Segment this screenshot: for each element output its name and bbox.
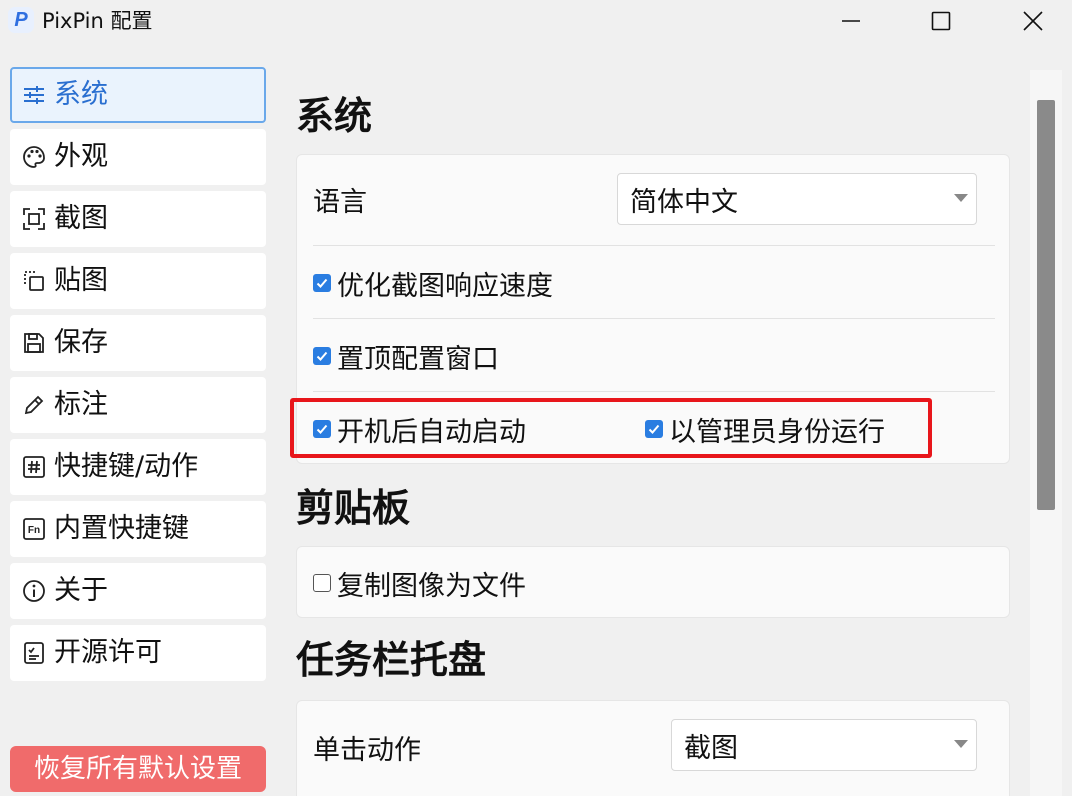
- sidebar-item-label: 标注: [54, 389, 108, 420]
- palette-icon: [22, 145, 46, 169]
- clipboard-card: 复制图像为文件: [296, 546, 1010, 618]
- close-button[interactable]: [1010, 0, 1056, 42]
- sidebar-item-about[interactable]: 关于: [10, 563, 266, 619]
- click-action-value: 截图: [684, 732, 738, 764]
- reset-defaults-button[interactable]: 恢复所有默认设置: [10, 746, 266, 792]
- language-label: 语言: [313, 186, 367, 218]
- optimize-speed-row[interactable]: 优化截图响应速度: [313, 247, 995, 319]
- ontop-label: 置顶配置窗口: [337, 343, 499, 375]
- sidebar-item-system[interactable]: 系统: [10, 67, 266, 123]
- sidebar-item-pin[interactable]: 贴图: [10, 253, 266, 309]
- minimize-icon: [842, 20, 860, 22]
- minimize-button[interactable]: [828, 0, 874, 42]
- copy-as-file-checkbox[interactable]: [313, 574, 331, 592]
- sidebar-item-shortcuts[interactable]: 快捷键/动作: [10, 439, 266, 495]
- sidebar-item-label: 开源许可: [54, 637, 162, 668]
- sidebar-item-label: 内置快捷键: [54, 513, 189, 544]
- settings-panel: 系统 语言 简体中文 优化截图响应速度 置顶配置窗口 开机后自动启动 以管理员身…: [280, 60, 1032, 796]
- sidebar-item-builtin-shortcuts[interactable]: Fn 内置快捷键: [10, 501, 266, 557]
- divider: [313, 245, 995, 246]
- language-select-value: 简体中文: [630, 186, 738, 218]
- sidebar-item-label: 系统: [54, 79, 108, 110]
- section-title-system: 系统: [296, 94, 373, 138]
- chevron-down-icon: [954, 740, 968, 748]
- maximize-icon: [931, 11, 951, 31]
- copy-as-file-label: 复制图像为文件: [337, 570, 526, 602]
- sidebar-item-label: 关于: [54, 575, 108, 606]
- checkmark-icon: [316, 278, 328, 288]
- svg-text:Fn: Fn: [28, 525, 40, 536]
- ontop-row[interactable]: 置顶配置窗口: [313, 320, 995, 392]
- sidebar-item-license[interactable]: 开源许可: [10, 625, 266, 681]
- sidebar-item-label: 截图: [54, 203, 108, 234]
- sidebar-item-label: 外观: [54, 141, 108, 172]
- save-icon: [22, 331, 46, 355]
- click-action-label: 单击动作: [313, 734, 421, 766]
- checkmark-icon: [316, 351, 328, 361]
- sliders-icon: [22, 83, 46, 107]
- ontop-checkbox[interactable]: [313, 347, 331, 365]
- section-title-clipboard: 剪贴板: [296, 486, 411, 530]
- scrollbar-thumb[interactable]: [1037, 100, 1055, 510]
- title-bar: P PixPin 配置: [0, 0, 1072, 42]
- divider: [313, 391, 995, 392]
- pin-copy-icon: [22, 269, 46, 293]
- sidebar-item-appearance[interactable]: 外观: [10, 129, 266, 185]
- fn-key-icon: Fn: [22, 517, 46, 541]
- pencil-icon: [22, 393, 46, 417]
- hash-key-icon: [22, 455, 46, 479]
- sidebar-item-annotation[interactable]: 标注: [10, 377, 266, 433]
- sidebar-item-label: 贴图: [54, 265, 108, 296]
- window-title: PixPin 配置: [42, 9, 153, 33]
- screenshot-frame-icon: [22, 207, 46, 231]
- highlight-box: [290, 398, 932, 458]
- sidebar-item-screenshot[interactable]: 截图: [10, 191, 266, 247]
- sidebar-item-label: 保存: [54, 327, 108, 358]
- close-icon: [1023, 11, 1043, 31]
- maximize-button[interactable]: [918, 0, 964, 42]
- sidebar-item-label: 快捷键/动作: [54, 451, 199, 482]
- license-icon: [22, 641, 46, 665]
- click-action-select[interactable]: 截图: [671, 719, 977, 771]
- sidebar: 系统 外观 截图 贴图 保存 标注 快捷键/动作 Fn 内置快捷键 关于 开源许…: [10, 67, 266, 687]
- tray-card: 单击动作 截图: [296, 700, 1010, 796]
- optimize-speed-label: 优化截图响应速度: [337, 270, 553, 302]
- section-title-tray: 任务栏托盘: [296, 638, 487, 682]
- info-icon: [22, 579, 46, 603]
- app-logo: P: [8, 7, 34, 33]
- language-select[interactable]: 简体中文: [617, 173, 977, 225]
- copy-as-file-row[interactable]: 复制图像为文件: [313, 547, 995, 619]
- optimize-speed-checkbox[interactable]: [313, 274, 331, 292]
- divider: [313, 318, 995, 319]
- chevron-down-icon: [954, 194, 968, 202]
- sidebar-item-save[interactable]: 保存: [10, 315, 266, 371]
